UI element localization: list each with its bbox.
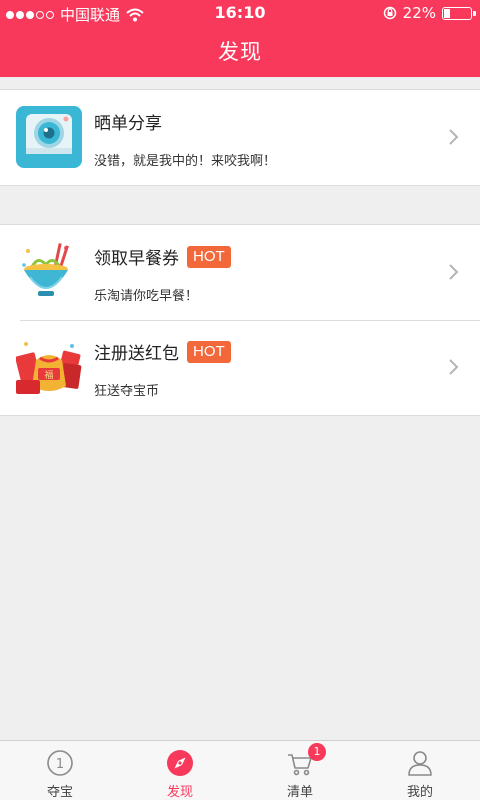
battery-icon	[442, 6, 476, 20]
tab-bar: 1 夺宝 发现 1 清单 我的	[0, 740, 480, 800]
page-title: 发现	[218, 40, 262, 64]
item-title: 注册送红包 HOT	[94, 339, 231, 364]
chevron-right-icon	[449, 129, 459, 145]
list-item-breakfast[interactable]: 领取早餐券 HOT 乐淘请你吃早餐！	[0, 225, 480, 320]
user-icon	[408, 751, 432, 776]
item-title: 晒单分享	[94, 109, 162, 134]
svg-text:1: 1	[56, 757, 64, 772]
tab-label: 我的	[406, 785, 433, 800]
list-item-share[interactable]: 晒单分享 没错，就是我中的！来咬我啊！	[0, 90, 480, 185]
item-title-text: 注册送红包	[94, 344, 179, 364]
tab-list[interactable]: 1 清单	[240, 741, 360, 800]
app-header: 中国联通 16:10 22% 发现	[0, 0, 480, 77]
chevron-right-icon	[449, 264, 459, 280]
item-title: 领取早餐券 HOT	[94, 244, 231, 269]
share-group: 晒单分享 没错，就是我中的！来咬我啊！	[0, 89, 480, 186]
status-bar: 中国联通 16:10 22%	[0, 0, 480, 26]
list-item-register[interactable]: 福 注册送红包 HOT 狂送夺宝币	[0, 320, 480, 415]
tab-label: 夺宝	[46, 785, 73, 800]
chevron-right-icon	[449, 359, 459, 375]
tab-mine[interactable]: 我的	[360, 741, 480, 800]
svg-text:福: 福	[44, 369, 53, 381]
item-title-text: 领取早餐券	[94, 249, 179, 269]
item-subtitle: 狂送夺宝币	[94, 384, 160, 399]
item-title-text: 晒单分享	[94, 114, 162, 134]
tab-duobao[interactable]: 1 夺宝	[0, 741, 120, 800]
status-right: 22%	[383, 4, 476, 22]
item-subtitle: 没错，就是我中的！来咬我啊！	[94, 154, 277, 169]
discover-screen: 中国联通 16:10 22% 发现 晒单分享 没错，就是我中的！来咬我啊！ 领取…	[0, 0, 480, 800]
red-envelope-icon: 福	[15, 336, 82, 398]
tab-label: 发现	[166, 785, 193, 800]
tab-discover[interactable]: 发现	[120, 741, 240, 800]
hot-badge: HOT	[187, 245, 231, 268]
hot-badge: HOT	[187, 340, 231, 363]
noodle-bowl-icon	[16, 241, 82, 303]
rotation-lock-icon	[383, 6, 396, 20]
promo-group: 领取早餐券 HOT 乐淘请你吃早餐！ 福 注册送红包 HOT 狂送夺宝币	[0, 224, 480, 416]
cart-badge: 1	[308, 743, 326, 761]
coin-icon: 1	[47, 750, 73, 776]
battery-percent: 22%	[402, 4, 436, 22]
tab-label: 清单	[286, 785, 313, 800]
item-subtitle: 乐淘请你吃早餐！	[94, 289, 199, 304]
compass-icon	[167, 750, 193, 776]
camera-icon	[16, 106, 82, 168]
